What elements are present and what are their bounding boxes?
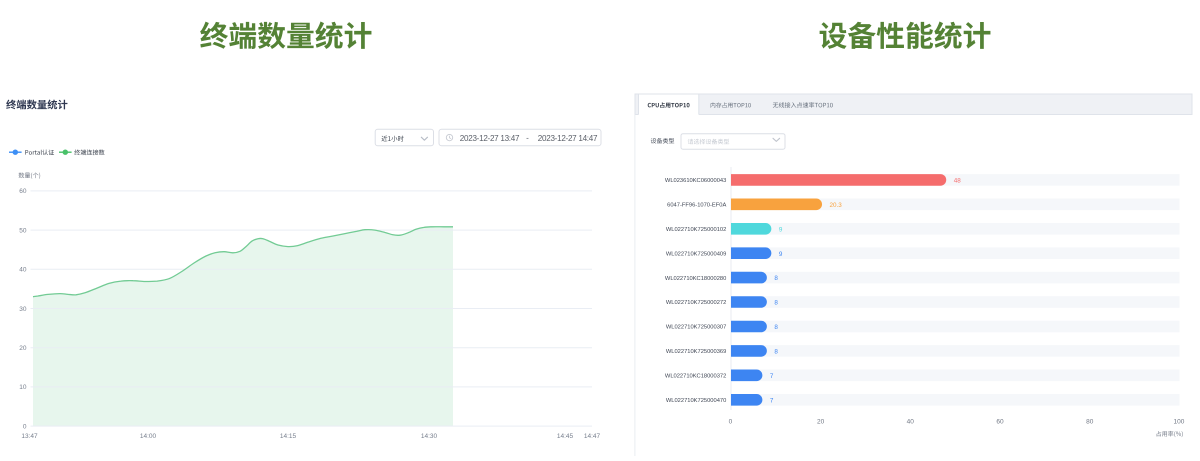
svg-text:6047-FF96-1070-EF0A: 6047-FF96-1070-EF0A: [667, 203, 726, 209]
svg-text:WL022710KC18000372: WL022710KC18000372: [665, 374, 726, 380]
svg-text:8: 8: [774, 300, 778, 307]
svg-text:8: 8: [774, 349, 778, 356]
svg-text:14:00: 14:00: [140, 433, 157, 440]
svg-text:WL022710KC18000280: WL022710KC18000280: [665, 276, 726, 282]
svg-text:40: 40: [19, 267, 27, 274]
svg-text:WL022710K725000102: WL022710K725000102: [666, 227, 726, 233]
svg-text:48: 48: [954, 178, 962, 185]
svg-text:8: 8: [774, 324, 778, 331]
svg-text:60: 60: [19, 188, 27, 195]
svg-text:WL022710K725000409: WL022710K725000409: [666, 251, 726, 257]
svg-text:10: 10: [19, 384, 27, 391]
svg-text:2023-12-27 13:47: 2023-12-27 13:47: [460, 134, 520, 143]
svg-text:100: 100: [1173, 419, 1184, 426]
svg-text:7: 7: [770, 397, 774, 404]
svg-text:14:45: 14:45: [557, 433, 574, 440]
svg-text:14:47: 14:47: [584, 433, 601, 440]
svg-text:WL022710K725000272: WL022710K725000272: [666, 300, 726, 306]
svg-text:2023-12-27 14:47: 2023-12-27 14:47: [538, 134, 598, 143]
svg-text:20: 20: [817, 419, 825, 426]
svg-text:30: 30: [19, 306, 27, 313]
svg-text:7: 7: [770, 373, 774, 380]
svg-text:50: 50: [19, 227, 27, 234]
svg-text:40: 40: [907, 419, 915, 426]
svg-text:14:15: 14:15: [280, 433, 297, 440]
svg-text:-: -: [526, 134, 529, 143]
svg-text:80: 80: [1086, 419, 1094, 426]
svg-text:14:30: 14:30: [421, 433, 438, 440]
svg-text:0: 0: [729, 419, 733, 426]
svg-text:WL022710K725000369: WL022710K725000369: [666, 349, 726, 355]
svg-text:WL022710K725000307: WL022710K725000307: [666, 325, 726, 331]
svg-text:9: 9: [779, 226, 783, 233]
svg-text:WL023610KC06000043: WL023610KC06000043: [665, 178, 726, 184]
svg-text:20.3: 20.3: [830, 202, 843, 209]
svg-text:9: 9: [779, 251, 783, 258]
svg-text:13:47: 13:47: [21, 433, 38, 440]
svg-text:60: 60: [996, 419, 1004, 426]
svg-text:20: 20: [19, 345, 27, 352]
svg-text:WL022710K725000470: WL022710K725000470: [666, 398, 726, 404]
svg-text:0: 0: [23, 423, 27, 430]
svg-text:8: 8: [774, 275, 778, 282]
